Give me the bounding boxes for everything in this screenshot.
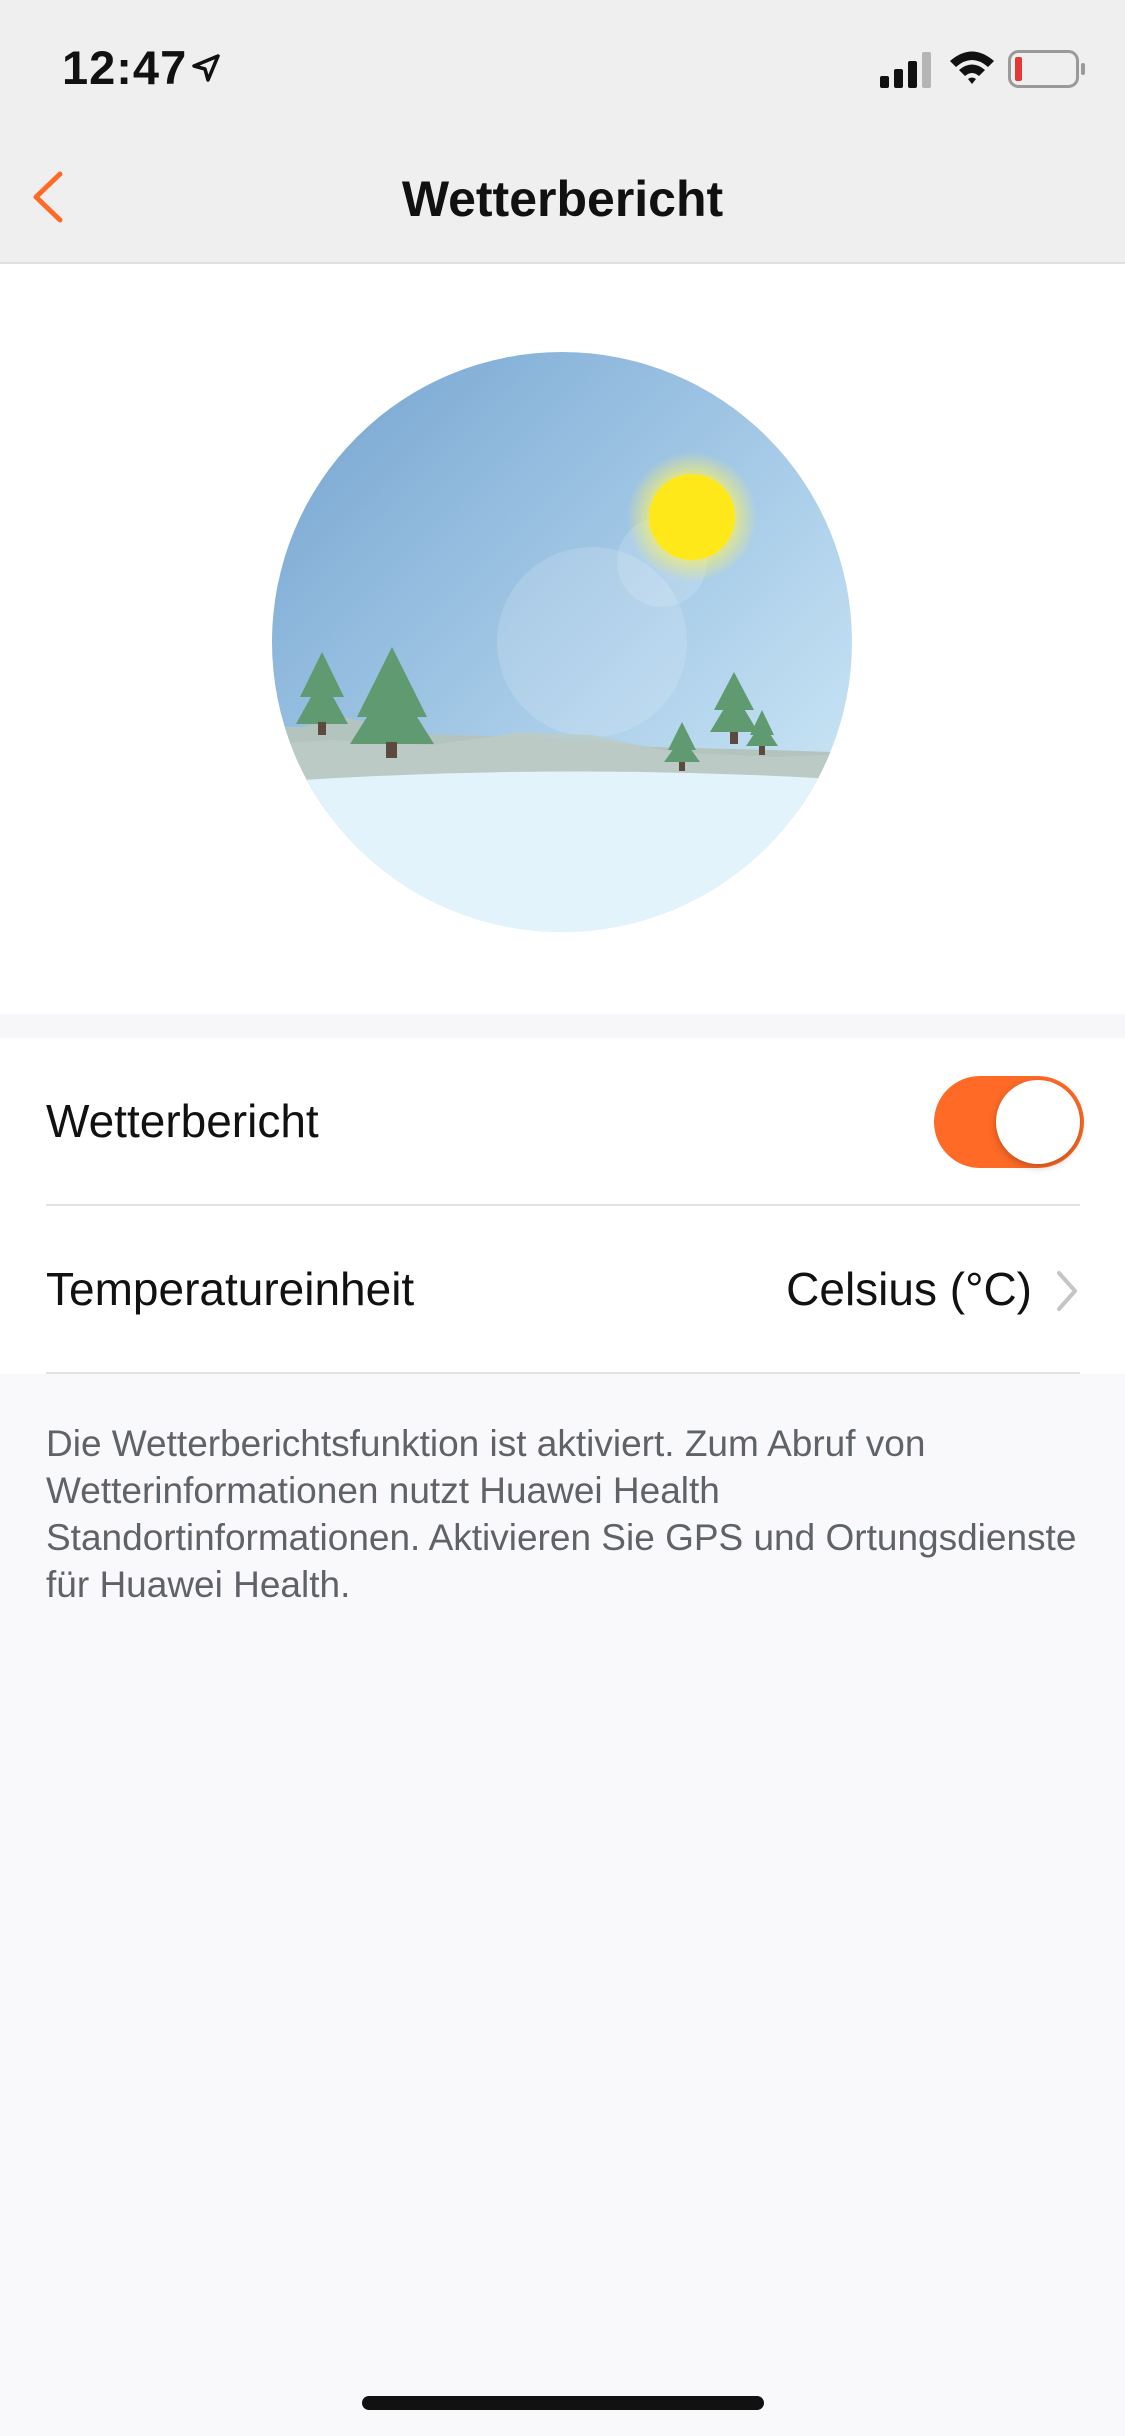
settings-list: Wetterbericht Temperatureinheit Celsius … [0,1038,1125,1374]
temperature-unit-label: Temperatureinheit [46,1263,415,1315]
battery-low-icon [1008,50,1085,88]
home-indicator[interactable] [362,2396,764,2410]
chevron-right-icon [1057,1271,1077,1311]
status-time: 12:47 [62,41,188,94]
nav-bar: Wetterbericht [0,132,1125,264]
section-gap [0,1014,1125,1038]
hero-section [0,264,1125,1014]
signal-icon [880,52,931,88]
temperature-unit-value: Celsius (°C) [786,1263,1032,1315]
weather-report-toggle[interactable] [934,1076,1084,1168]
winter-landscape-illustration [272,352,852,932]
page-title: Wetterbericht [401,171,724,227]
weather-report-row: Wetterbericht [46,1038,1084,1206]
status-bar: 12:47 [0,0,1125,132]
location-arrow-icon [192,54,220,82]
info-text: Die Wetterberichtsfunktion ist aktiviert… [46,1423,1077,1605]
toggle-knob [996,1080,1080,1164]
weather-report-label: Wetterbericht [46,1095,319,1147]
wifi-icon [950,51,994,84]
temperature-unit-row[interactable]: Temperatureinheit Celsius (°C) [46,1206,1080,1374]
